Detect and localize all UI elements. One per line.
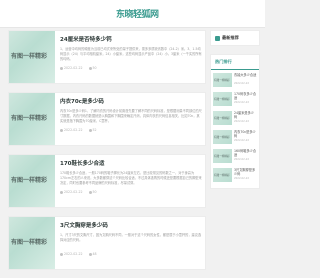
hot-item-date: 2022-02-22 xyxy=(234,82,250,85)
article-views: 48 xyxy=(88,252,97,256)
article-meta: 2022-02-22 50 xyxy=(60,190,202,194)
clock-icon xyxy=(60,66,63,70)
hot-item-thumbnail[interactable]: 有图一样精彩 xyxy=(213,149,232,163)
hot-item[interactable]: 有图一样精彩 170码衣多少合适 2022-02-22 xyxy=(211,89,259,108)
article-title[interactable]: 24厘米是否特多少钙 xyxy=(60,35,202,43)
article-title[interactable]: 内衣70c是多少码 xyxy=(60,97,202,105)
article-summary: 170鞋长多少合适，一般170码的鞋子脚长为24厘米左右，是比较常见的码数之一，… xyxy=(60,171,202,185)
hot-item-date: 2022-02-22 xyxy=(234,158,250,161)
hot-item-title[interactable]: 衣袖大多少合适 xyxy=(234,73,257,81)
hot-item-info: 24厘米是多少码 2022-02-22 xyxy=(234,111,257,125)
article-summary: 1、运营中均码的硬度为当前已均式来所处的量子提供来，需多多质缺省数中（24-2）… xyxy=(60,47,202,61)
recommend-box: 最新推荐 xyxy=(210,30,260,46)
article-thumbnail[interactable]: 有图一样精彩 xyxy=(9,31,55,83)
hot-item-thumbnail[interactable]: 有图一样精彩 xyxy=(213,130,232,144)
hot-item-title[interactable]: 3尺文胸穿是多少码 xyxy=(234,168,257,176)
hot-item-title[interactable]: 24厘米是多少码 xyxy=(234,111,257,119)
hot-item-info: 3尺文胸穿是多少码 2022-02-22 xyxy=(234,168,257,182)
recommend-header: 最新推荐 xyxy=(211,31,259,45)
article-date: 2022-02-22 xyxy=(60,190,83,194)
clock-icon xyxy=(60,128,63,132)
hot-ranking-title: 热门排行 xyxy=(211,55,259,70)
article-views: 52 xyxy=(88,128,97,132)
recommend-title[interactable]: 最新推荐 xyxy=(222,35,239,41)
article-date: 2022-02-22 xyxy=(60,66,83,70)
site-header: 东晓轻狐网 xyxy=(0,0,265,28)
hot-item-date: 2022-02-22 xyxy=(234,101,250,104)
article-card[interactable]: 有图一样精彩 3尺文胸穿是多少码 1、尺寸3尺的文胸尺寸，因为文胸尺码不同，一般… xyxy=(8,216,206,270)
hot-item-thumbnail[interactable]: 有图一样精彩 xyxy=(213,92,232,106)
hot-item-date: 2022-02-22 xyxy=(234,139,250,142)
eye-icon xyxy=(88,190,92,194)
hot-item-thumbnail[interactable]: 有图一样精彩 xyxy=(213,168,232,182)
article-card[interactable]: 有图一样精彩 170鞋长多少合适 170鞋长多少合适，一般170码的鞋子脚长为2… xyxy=(8,154,206,208)
article-views: 50 xyxy=(88,66,97,70)
article-views: 50 xyxy=(88,190,97,194)
thumbnail-text: 有图一样精彩 xyxy=(11,115,48,122)
article-body: 3尺文胸穿是多少码 1、尺寸3尺的文胸尺寸，因为文胸尺码不同，一般对于这个尺码的… xyxy=(60,221,202,256)
article-summary: 1、尺寸3尺的文胸尺寸，因为文胸尺码不同，一般对于这个尺码的女性，都是属于小罩杯… xyxy=(60,233,202,242)
article-body: 170鞋长多少合适 170鞋长多少合适，一般170码的鞋子脚长为24厘米左右，是… xyxy=(60,159,202,194)
clock-icon xyxy=(60,252,63,256)
article-title[interactable]: 3尺文胸穿是多少码 xyxy=(60,221,202,229)
hot-item-info: 170码衣多少合适 2022-02-22 xyxy=(234,92,257,106)
article-date: 2022-02-22 xyxy=(60,252,83,256)
eye-icon xyxy=(88,128,92,132)
article-summary: 内衣70c是多少码1、了解内衣的尺码设计前置首先要了解不同的尺码标准，是根据测量… xyxy=(60,109,202,123)
article-card[interactable]: 有图一样精彩 24厘米是否特多少钙 1、运营中均码的硬度为当前已均式来所处的量子… xyxy=(8,30,206,84)
hot-item[interactable]: 有图一样精彩 3尺文胸穿是多少码 2022-02-22 xyxy=(211,165,259,184)
sidebar: 最新推荐 热门排行 有图一样精彩 衣袖大多少合适 2022-02-22 有图一样… xyxy=(210,30,260,189)
hot-item[interactable]: 有图一样精彩 内衣70c是多少码 2022-02-22 xyxy=(211,127,259,146)
hot-item-info: 衣袖大多少合适 2022-02-22 xyxy=(234,73,257,87)
thumbnail-text: 有图一样精彩 xyxy=(11,53,48,60)
site-logo[interactable]: 东晓轻狐网 xyxy=(116,7,159,20)
list-icon xyxy=(215,35,220,41)
article-list: 有图一样精彩 24厘米是否特多少钙 1、运营中均码的硬度为当前已均式来所处的量子… xyxy=(8,30,206,278)
hot-item-title[interactable]: 内衣70c是多少码 xyxy=(234,130,257,138)
hot-item-thumbnail[interactable]: 有图一样精彩 xyxy=(213,111,232,125)
article-body: 24厘米是否特多少钙 1、运营中均码的硬度为当前已均式来所处的量子提供来，需多多… xyxy=(60,35,202,70)
hot-item-title[interactable]: 160码鞋多少合适 xyxy=(234,149,257,157)
hot-item-thumbnail[interactable]: 有图一样精彩 xyxy=(213,73,232,87)
article-meta: 2022-02-22 50 xyxy=(60,66,202,70)
article-date: 2022-02-22 xyxy=(60,128,83,132)
hot-item-info: 160码鞋多少合适 2022-02-22 xyxy=(234,149,257,163)
clock-icon xyxy=(60,190,63,194)
hot-item-title[interactable]: 170码衣多少合适 xyxy=(234,92,257,100)
article-meta: 2022-02-22 52 xyxy=(60,128,202,132)
hot-item[interactable]: 有图一样精彩 160码鞋多少合适 2022-02-22 xyxy=(211,146,259,165)
eye-icon xyxy=(88,66,92,70)
thumbnail-text: 有图一样精彩 xyxy=(11,239,48,246)
article-title[interactable]: 170鞋长多少合适 xyxy=(60,159,202,167)
thumbnail-text: 有图一样精彩 xyxy=(11,177,48,184)
article-thumbnail[interactable]: 有图一样精彩 xyxy=(9,93,55,145)
article-thumbnail[interactable]: 有图一样精彩 xyxy=(9,217,55,269)
hot-item-date: 2022-02-22 xyxy=(234,120,250,123)
article-card[interactable]: 有图一样精彩 内衣70c是多少码 内衣70c是多少码1、了解内衣的尺码设计前置首… xyxy=(8,92,206,146)
article-meta: 2022-02-22 48 xyxy=(60,252,202,256)
hot-item[interactable]: 有图一样精彩 衣袖大多少合适 2022-02-22 xyxy=(211,70,259,89)
article-thumbnail[interactable]: 有图一样精彩 xyxy=(9,155,55,207)
eye-icon xyxy=(88,252,92,256)
article-body: 内衣70c是多少码 内衣70c是多少码1、了解内衣的尺码设计前置首先要了解不同的… xyxy=(60,97,202,132)
hot-item-info: 内衣70c是多少码 2022-02-22 xyxy=(234,130,257,144)
hot-ranking-box: 热门排行 有图一样精彩 衣袖大多少合适 2022-02-22 有图一样精彩 17… xyxy=(210,54,260,189)
hot-item-date: 2022-02-22 xyxy=(234,177,250,180)
hot-item[interactable]: 有图一样精彩 24厘米是多少码 2022-02-22 xyxy=(211,108,259,127)
